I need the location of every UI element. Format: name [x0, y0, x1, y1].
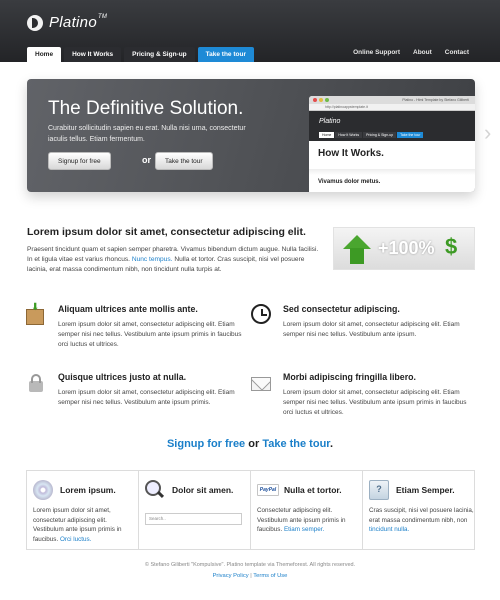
info-cards: Lorem ipsum. Lorem ipsum dolor sit amet,…: [26, 470, 475, 550]
site-logo[interactable]: PlatinoTM: [27, 14, 107, 31]
feature-title: Aliquam ultrices ante mollis ante.: [58, 304, 198, 314]
hero-banner: The Definitive Solution. Curabitur solli…: [27, 79, 475, 192]
footer-copyright: © Stefano Giliberti "Kompulsive". Platin…: [144, 562, 356, 568]
minimize-dot-icon: [319, 98, 323, 102]
cta-tour-link[interactable]: Take the tour: [262, 438, 330, 450]
screenshot-url: http://platinoappstemplate.it: [309, 104, 475, 111]
site-header: PlatinoTM Home How It Works Pricing & Si…: [0, 0, 500, 62]
info-card: PayPal Nulla et tortor. Consectetur adip…: [251, 471, 363, 549]
screenshot-nav-item: Home: [319, 132, 335, 138]
feature-title: Morbi adipiscing fringilla libero.: [283, 372, 416, 382]
privacy-policy-link[interactable]: Privacy Policy: [213, 573, 249, 579]
nav-contact[interactable]: Contact: [445, 49, 469, 56]
card-link[interactable]: Orci luctus.: [60, 536, 92, 543]
screenshot-nav-item: How It Works: [335, 132, 363, 138]
hero-title: The Definitive Solution.: [48, 98, 244, 119]
screenshot-logo: Platino: [319, 118, 341, 125]
lock-icon: [26, 372, 46, 394]
card-title: Lorem ipsum.: [60, 485, 116, 495]
growth-image: +100% $: [333, 227, 475, 270]
cta-signup-link[interactable]: Signup for free: [167, 438, 245, 450]
nav-online-support[interactable]: Online Support: [353, 49, 400, 56]
feature-text: Lorem ipsum dolor sit amet, consectetur …: [58, 321, 242, 348]
card-text: Cras suscipit, nisi vel posuere lacinia,…: [369, 507, 474, 533]
speech-bubble-icon: ?: [369, 480, 389, 500]
envelope-icon: [251, 372, 271, 394]
card-text: Consectetur adipiscing elit. Vestibulum …: [257, 507, 346, 533]
nav-home[interactable]: Home: [27, 47, 62, 62]
hero-text: Curabitur sollicitudin sapien eu erat. N…: [48, 125, 246, 143]
cd-icon: [33, 480, 53, 500]
magnifier-icon: [145, 480, 165, 500]
nav-how-it-works[interactable]: How It Works: [64, 47, 122, 62]
feature-title: Sed consectetur adipiscing.: [283, 304, 400, 314]
hero-tour-button[interactable]: Take the tour: [155, 152, 213, 170]
screenshot-window-title: Platino - Html Template by Stefano Gilib…: [402, 98, 469, 102]
card-text: Lorem ipsum dolor sit amet, consectetur …: [33, 507, 122, 543]
intro-text: Praesent tincidunt quam et sapien semper…: [27, 246, 319, 273]
nav-pricing[interactable]: Pricing & Sign-up: [124, 47, 195, 62]
screenshot-nav-item: Pricing & Sign-up: [363, 132, 397, 138]
up-arrow-icon: [343, 235, 371, 249]
terms-of-use-link[interactable]: Terms of Use: [253, 573, 287, 579]
card-title: Nulla et tortor.: [284, 485, 342, 495]
screenshot-heading: How It Works.: [318, 148, 384, 159]
screenshot-header: Platino Home How It Works Pricing & Sign…: [309, 111, 475, 141]
intro-link[interactable]: Nunc tempus.: [132, 256, 173, 263]
next-slide-arrow-icon[interactable]: ›: [484, 122, 494, 144]
intro-title: Lorem ipsum dolor sit amet, consectetur …: [27, 226, 306, 238]
card-title: Etiam Semper.: [396, 485, 455, 495]
maximize-dot-icon: [325, 98, 329, 102]
screenshot-nav: Home How It Works Pricing & Sign-up Take…: [319, 132, 424, 138]
logo-mark-icon: [27, 14, 43, 31]
hero-screenshot: Platino - Html Template by Stefano Gilib…: [309, 96, 475, 192]
box-icon: ⬇: [26, 302, 46, 326]
info-card: ? Etiam Semper. Cras suscipit, nisi vel …: [363, 471, 474, 549]
paypal-icon: PayPal: [257, 484, 279, 496]
screenshot-band: [309, 169, 475, 175]
secondary-nav: Online Support About Contact: [353, 49, 469, 56]
info-card: Dolor sit amen. Search..: [139, 471, 251, 549]
search-input[interactable]: Search..: [145, 513, 242, 525]
screenshot-subheading: Vivamus dolor metus.: [318, 179, 381, 185]
nav-about[interactable]: About: [413, 49, 432, 56]
nav-take-the-tour[interactable]: Take the tour: [197, 47, 254, 62]
card-link[interactable]: tincidunt nulla.: [369, 526, 409, 533]
screenshot-titlebar: Platino - Html Template by Stefano Gilib…: [309, 96, 475, 104]
card-link[interactable]: Etiam semper.: [284, 526, 324, 533]
hero-or-text: or: [142, 155, 151, 165]
feature-text: Lorem ipsum dolor sit amet, consectetur …: [283, 389, 467, 416]
growth-text: +100%: [378, 238, 435, 258]
call-to-action: Signup for free or Take the tour.: [166, 438, 334, 450]
main-nav: Home How It Works Pricing & Sign-up Take…: [27, 47, 254, 62]
card-title: Dolor sit amen.: [172, 485, 234, 495]
dollar-icon: $: [445, 234, 458, 259]
info-card: Lorem ipsum. Lorem ipsum dolor sit amet,…: [27, 471, 139, 549]
hero-signup-button[interactable]: Signup for free: [48, 152, 111, 170]
footer-links: Privacy Policy | Terms of Use: [212, 573, 288, 579]
feature-text: Lorem ipsum dolor sit amet, consectetur …: [283, 321, 460, 338]
up-arrow-stem: [350, 248, 364, 264]
feature-title: Quisque ultrices justo at nulla.: [58, 372, 187, 382]
screenshot-nav-item: Take the tour: [397, 132, 424, 138]
clock-icon: [251, 304, 271, 326]
logo-text: PlatinoTM: [49, 14, 108, 31]
close-dot-icon: [313, 98, 317, 102]
feature-text: Lorem ipsum dolor sit amet, consectetur …: [58, 389, 235, 406]
